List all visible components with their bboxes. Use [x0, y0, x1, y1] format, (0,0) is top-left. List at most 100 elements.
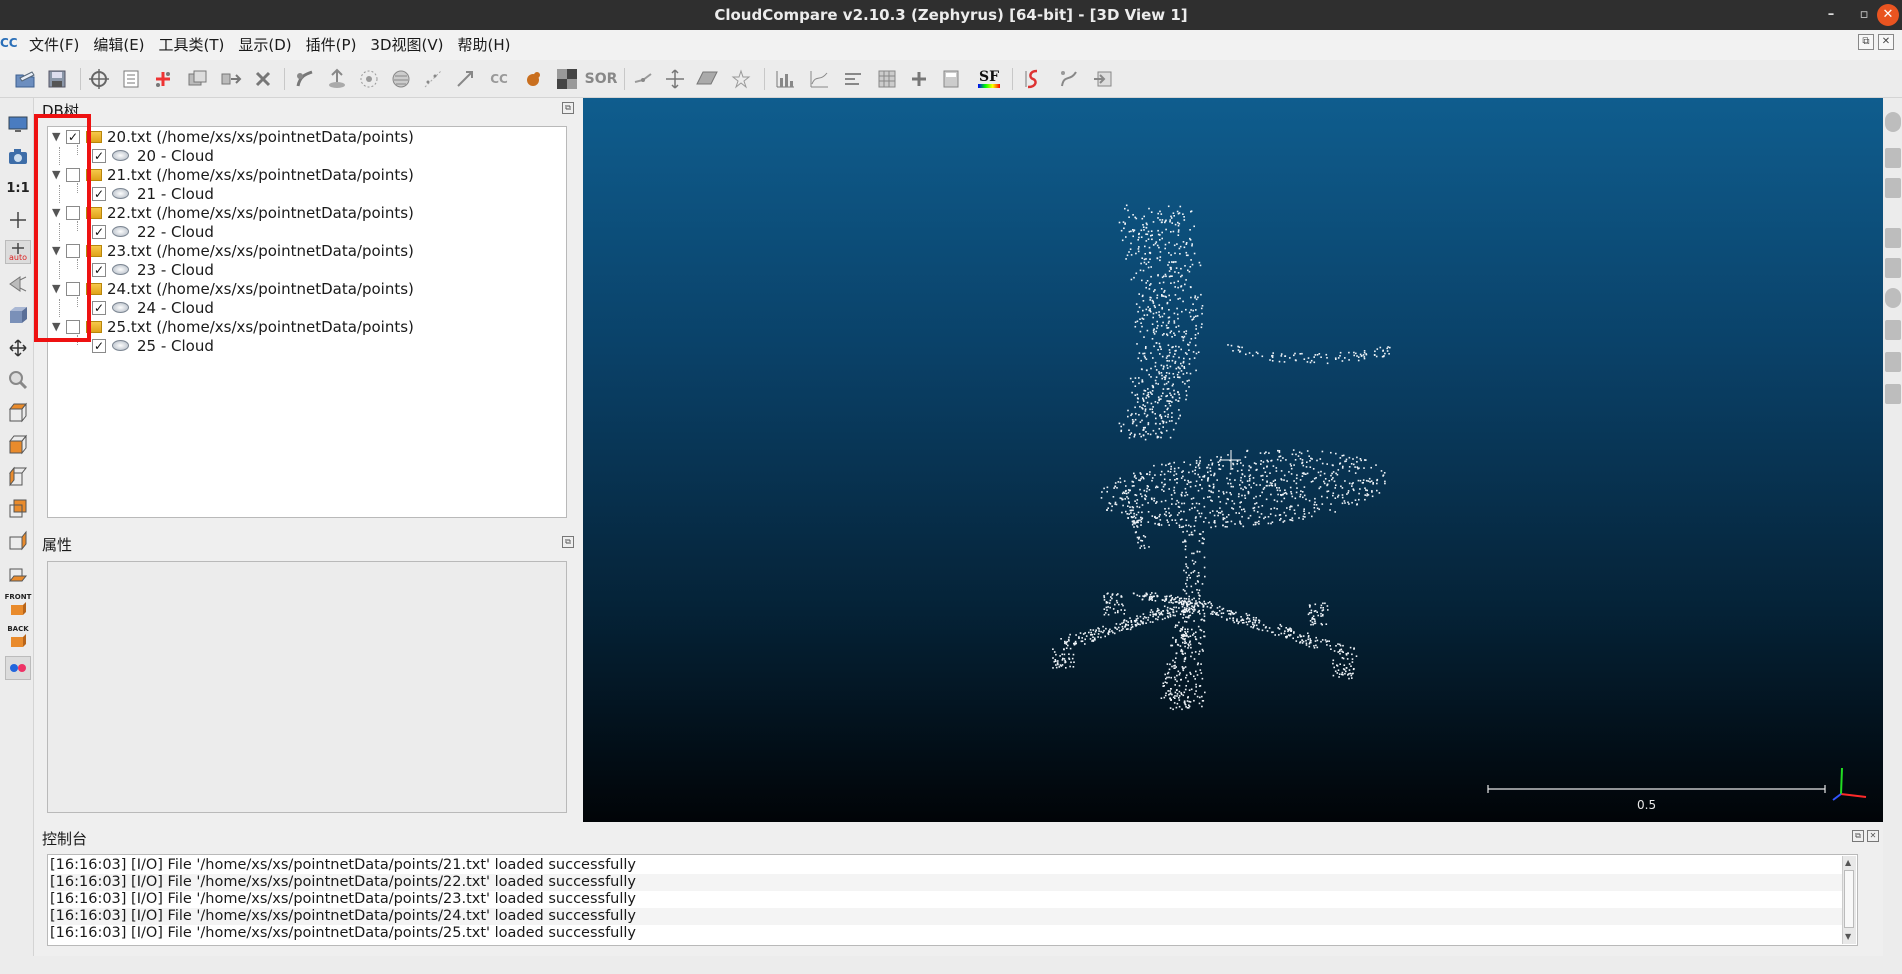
console-scrollbar[interactable]: ▲ ▼	[1842, 856, 1856, 944]
zoom-icon[interactable]	[5, 368, 31, 392]
tree-row-cloud-20[interactable]: ✓ 20 - Cloud	[92, 146, 214, 165]
float-icon[interactable]: ⧉	[562, 102, 574, 114]
scroll-up-icon[interactable]: ▲	[1845, 858, 1851, 867]
sf-gradient-icon[interactable]	[1020, 67, 1046, 91]
auto-pivot-button[interactable]: auto	[5, 240, 31, 264]
plugin-icon[interactable]	[1885, 288, 1901, 308]
view-front-icon[interactable]	[5, 432, 31, 456]
menu-plugins[interactable]: 插件(P)	[299, 35, 364, 55]
maximize-button[interactable]: ▫	[1853, 4, 1875, 26]
center-icon[interactable]	[5, 208, 31, 232]
clone-icon[interactable]	[184, 67, 210, 91]
subsample-icon[interactable]	[356, 67, 382, 91]
view-back-icon[interactable]	[5, 496, 31, 520]
open-icon[interactable]	[12, 67, 38, 91]
cloud-checkbox[interactable]: ✓	[92, 224, 106, 239]
tree-row-cloud-24[interactable]: ✓ 24 - Cloud	[92, 298, 214, 317]
sample-icon[interactable]	[292, 67, 318, 91]
float-icon[interactable]: ⧉	[562, 536, 574, 548]
squirrel-icon[interactable]	[520, 67, 546, 91]
plugin-icon[interactable]	[1885, 112, 1901, 132]
align-icon[interactable]	[452, 67, 478, 91]
tree-row-file-20[interactable]: ▼ ✓ 20.txt (/home/xs/xs/pointnetData/poi…	[52, 127, 414, 146]
tree-row-cloud-25[interactable]: ✓ 25 - Cloud	[92, 336, 214, 355]
menu-file[interactable]: 文件(F)	[22, 35, 86, 55]
plugin-icon[interactable]	[1885, 384, 1901, 404]
stereo-icon[interactable]	[5, 656, 31, 680]
move-icon[interactable]	[662, 67, 688, 91]
range-icon[interactable]	[840, 67, 866, 91]
view-left-icon[interactable]	[5, 464, 31, 488]
menu-edit[interactable]: 编辑(E)	[86, 35, 151, 55]
tree-row-file-24[interactable]: ▼ 24.txt (/home/xs/xs/pointnetData/point…	[52, 279, 414, 298]
tree-row-file-22[interactable]: ▼ 22.txt (/home/xs/xs/pointnetData/point…	[52, 203, 414, 222]
camera-icon[interactable]	[5, 144, 31, 168]
3d-view[interactable]: 0.5	[583, 98, 1883, 822]
zoom-1to1-button[interactable]: 1:1	[5, 176, 31, 200]
scroll-down-icon[interactable]: ▼	[1845, 932, 1851, 941]
tree-row-file-23[interactable]: ▼ 23.txt (/home/xs/xs/pointnetData/point…	[52, 241, 414, 260]
export-icon[interactable]	[1090, 67, 1116, 91]
delete-icon[interactable]	[250, 67, 276, 91]
sf-arithmetic-icon[interactable]	[1056, 67, 1082, 91]
scalar-field-icon[interactable]: SF	[974, 67, 1004, 91]
tree-row-cloud-21[interactable]: ✓ 21 - Cloud	[92, 184, 214, 203]
menu-tools[interactable]: 工具类(T)	[152, 35, 232, 55]
cloud-checkbox[interactable]: ✓	[92, 300, 106, 315]
menu-3dviews[interactable]: 3D视图(V)	[363, 35, 450, 55]
plugin-icon[interactable]	[1885, 178, 1901, 198]
view-top-icon[interactable]	[5, 400, 31, 424]
minimize-button[interactable]: –	[1820, 4, 1842, 26]
iso-back-button[interactable]: BACK	[5, 624, 31, 648]
add-icon[interactable]	[906, 67, 932, 91]
pick-icon[interactable]	[630, 67, 656, 91]
view-bottom-icon[interactable]	[5, 560, 31, 584]
merge-icon[interactable]	[218, 67, 244, 91]
plugin-icon[interactable]	[1885, 352, 1901, 372]
close-button[interactable]: ✕	[1877, 4, 1899, 26]
cloud-checkbox[interactable]: ✓	[92, 262, 106, 277]
menu-help[interactable]: 帮助(H)	[450, 35, 517, 55]
scroll-thumb[interactable]	[1844, 870, 1854, 928]
close-icon[interactable]: ✕	[1867, 830, 1879, 842]
cloud-point	[1226, 516, 1228, 518]
fullscreen-icon[interactable]	[5, 112, 31, 136]
calculator-icon[interactable]	[938, 67, 964, 91]
plugin-icon[interactable]	[1885, 148, 1901, 168]
iso-front-button[interactable]: FRONT	[5, 592, 31, 616]
sor-icon[interactable]: SOR	[585, 67, 618, 91]
checker-icon[interactable]	[554, 67, 580, 91]
translate-rotate-icon[interactable]	[86, 67, 112, 91]
plugin-icon[interactable]	[1885, 320, 1901, 340]
tree-row-file-21[interactable]: ▼ 21.txt (/home/xs/xs/pointnetData/point…	[52, 165, 414, 184]
pan-icon[interactable]	[5, 336, 31, 360]
plugin-icon[interactable]	[1885, 228, 1901, 248]
mdi-restore-button[interactable]: ⧉	[1858, 34, 1874, 50]
float-icon[interactable]: ⧉	[1852, 830, 1864, 842]
star-icon[interactable]	[728, 67, 754, 91]
segment-icon[interactable]	[150, 67, 176, 91]
save-icon[interactable]	[44, 67, 70, 91]
menu-display[interactable]: 显示(D)	[231, 35, 298, 55]
cloud-point	[1095, 629, 1097, 631]
plane-icon[interactable]	[694, 67, 720, 91]
list-icon[interactable]	[118, 67, 144, 91]
normals-icon[interactable]	[324, 67, 350, 91]
cloud-checkbox[interactable]: ✓	[92, 338, 106, 353]
scatter-icon[interactable]	[420, 67, 446, 91]
mesh-icon[interactable]	[388, 67, 414, 91]
cloud-checkbox[interactable]: ✓	[92, 186, 106, 201]
grid-icon[interactable]	[874, 67, 900, 91]
curve-icon[interactable]	[806, 67, 832, 91]
tree-row-cloud-22[interactable]: ✓ 22 - Cloud	[92, 222, 214, 241]
cc-icon[interactable]: CC	[486, 67, 512, 91]
tree-row-cloud-23[interactable]: ✓ 23 - Cloud	[92, 260, 214, 279]
histogram-icon[interactable]	[772, 67, 798, 91]
mdi-close-button[interactable]: ✕	[1878, 34, 1894, 50]
plugin-icon[interactable]	[1885, 258, 1901, 278]
view-right-icon[interactable]	[5, 528, 31, 552]
cloud-checkbox[interactable]: ✓	[92, 148, 106, 163]
tree-row-file-25[interactable]: ▼ 25.txt (/home/xs/xs/pointnetData/point…	[52, 317, 414, 336]
perspective-icon[interactable]	[5, 272, 31, 296]
light-icon[interactable]	[5, 304, 31, 328]
